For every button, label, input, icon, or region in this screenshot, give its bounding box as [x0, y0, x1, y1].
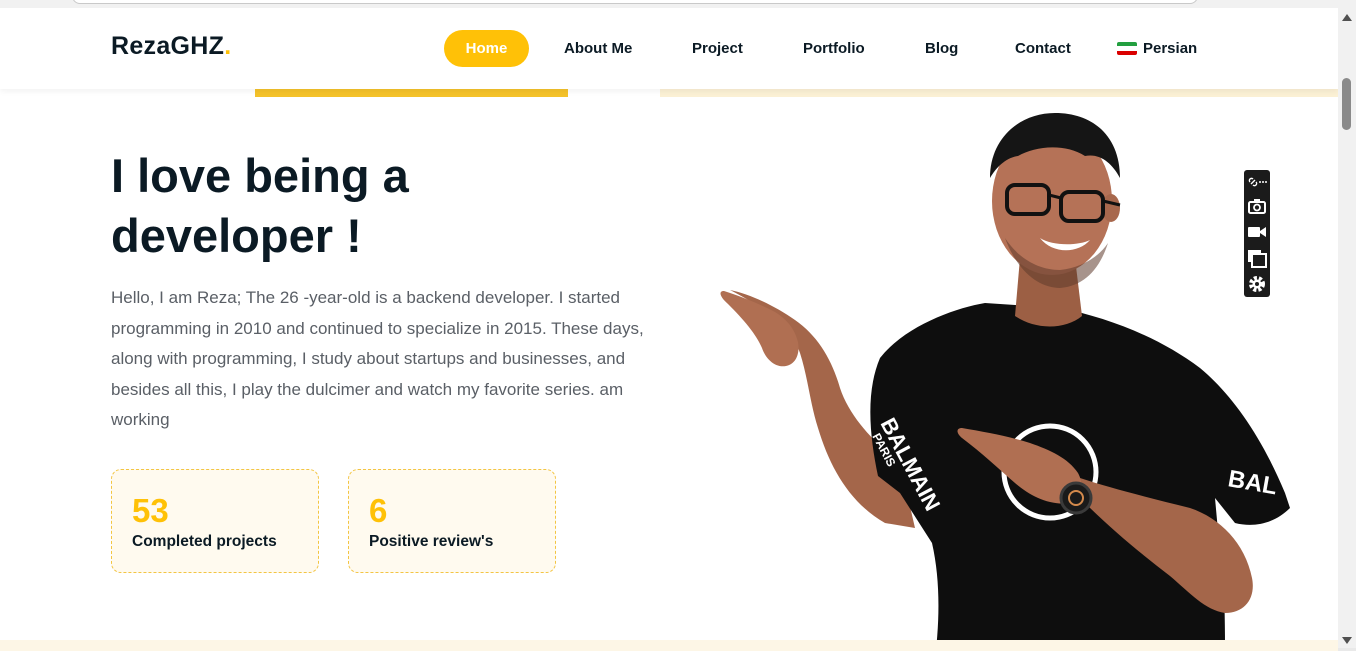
nav-language-label: Persian [1143, 40, 1198, 57]
logo-dot: . [224, 32, 232, 60]
stat-value: 53 [132, 492, 169, 529]
page-viewport: RezaGHZ. Home About Me Project Portfolio… [0, 8, 1338, 640]
decorative-strip-cream [660, 89, 1338, 97]
link-icon[interactable] [1247, 172, 1267, 192]
hero-person-photo: BALMAIN PARIS BAL [720, 113, 1290, 640]
iran-flag-icon [1117, 42, 1137, 55]
hero-description: Hello, I am Reza; The 26 -year-old is a … [111, 288, 644, 430]
hero-title-line-2: developer ! [111, 209, 362, 262]
gear-icon[interactable] [1247, 274, 1267, 294]
stat-label: Positive review's [369, 533, 494, 550]
camera-icon[interactable] [1247, 196, 1267, 216]
site-header: RezaGHZ. Home About Me Project Portfolio… [0, 8, 1338, 89]
scroll-up-arrow-icon[interactable] [1342, 14, 1352, 21]
stat-card-reviews: 6 Positive review's [348, 469, 556, 573]
logo[interactable]: RezaGHZ. [111, 32, 231, 61]
nav-contact[interactable]: Contact [1015, 30, 1071, 67]
floating-capture-toolbar [1244, 170, 1270, 297]
page-scrollbar[interactable] [1338, 8, 1356, 648]
nav-language-persian[interactable]: Persian [1117, 30, 1197, 67]
address-bar[interactable] [72, 0, 1198, 4]
nav-portfolio[interactable]: Portfolio [803, 30, 865, 67]
nav-about-me[interactable]: About Me [564, 30, 632, 67]
scroll-down-arrow-icon[interactable] [1342, 637, 1352, 644]
video-icon[interactable] [1247, 222, 1267, 242]
window-icon[interactable] [1247, 248, 1267, 268]
nav-home[interactable]: Home [444, 30, 529, 67]
logo-text: RezaGHZ [111, 32, 225, 60]
hero-title: I love being a developer ! [111, 146, 631, 266]
nav-project[interactable]: Project [692, 30, 743, 67]
scrollbar-thumb[interactable] [1342, 78, 1351, 130]
stat-card-projects: 53 Completed projects [111, 469, 319, 573]
stat-label: Completed projects [132, 533, 277, 550]
hero-title-line-1: I love being a [111, 149, 409, 202]
nav-blog[interactable]: Blog [925, 30, 958, 67]
stat-value: 6 [369, 492, 388, 529]
browser-top-bar [0, 0, 1356, 8]
decorative-strip-yellow [255, 89, 568, 97]
next-section-edge [0, 640, 1338, 651]
